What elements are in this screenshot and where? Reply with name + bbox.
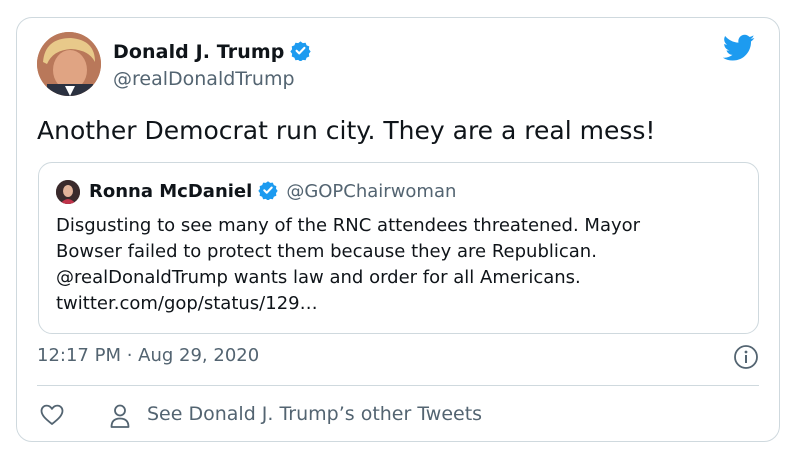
heart-icon[interactable]: [39, 403, 65, 427]
verified-badge-icon: [258, 180, 278, 205]
other-tweets-link[interactable]: See Donald J. Trump’s other Tweets: [147, 403, 482, 425]
quote-link[interactable]: twitter.com/gop/status/129…: [56, 291, 640, 317]
author-handle[interactable]: @realDonaldTrump: [113, 68, 295, 90]
quote-author-name: Ronna McDaniel: [89, 181, 253, 202]
quote-avatar[interactable]: [56, 180, 80, 204]
verified-badge-icon: [290, 40, 312, 66]
tweet-card[interactable]: Donald J. Trump @realDonaldTrump Another…: [16, 17, 780, 442]
quote-text-line: Disgusting to see many of the RNC attend…: [56, 215, 641, 236]
quote-author-handle: @GOPChairwoman: [286, 181, 457, 202]
quote-author[interactable]: Ronna McDaniel @GOPChairwoman: [89, 180, 456, 205]
divider: [37, 385, 759, 386]
twitter-bird-icon[interactable]: [722, 34, 755, 62]
tweet-text: Another Democrat run city. They are a re…: [37, 116, 656, 145]
author-name[interactable]: Donald J. Trump: [113, 40, 312, 66]
avatar[interactable]: [37, 32, 101, 96]
timestamp[interactable]: 12:17 PM · Aug 29, 2020: [37, 345, 259, 366]
quote-text-line: Bowser failed to protect them because th…: [56, 241, 597, 262]
quoted-tweet[interactable]: Ronna McDaniel @GOPChairwoman Disgusting …: [38, 162, 759, 334]
quote-text-line: @realDonaldTrump wants law and order for…: [56, 267, 581, 288]
author-name-text: Donald J. Trump: [113, 41, 285, 63]
quote-text: Disgusting to see many of the RNC attend…: [56, 213, 640, 317]
person-icon[interactable]: [109, 403, 131, 429]
info-icon[interactable]: [733, 344, 759, 370]
